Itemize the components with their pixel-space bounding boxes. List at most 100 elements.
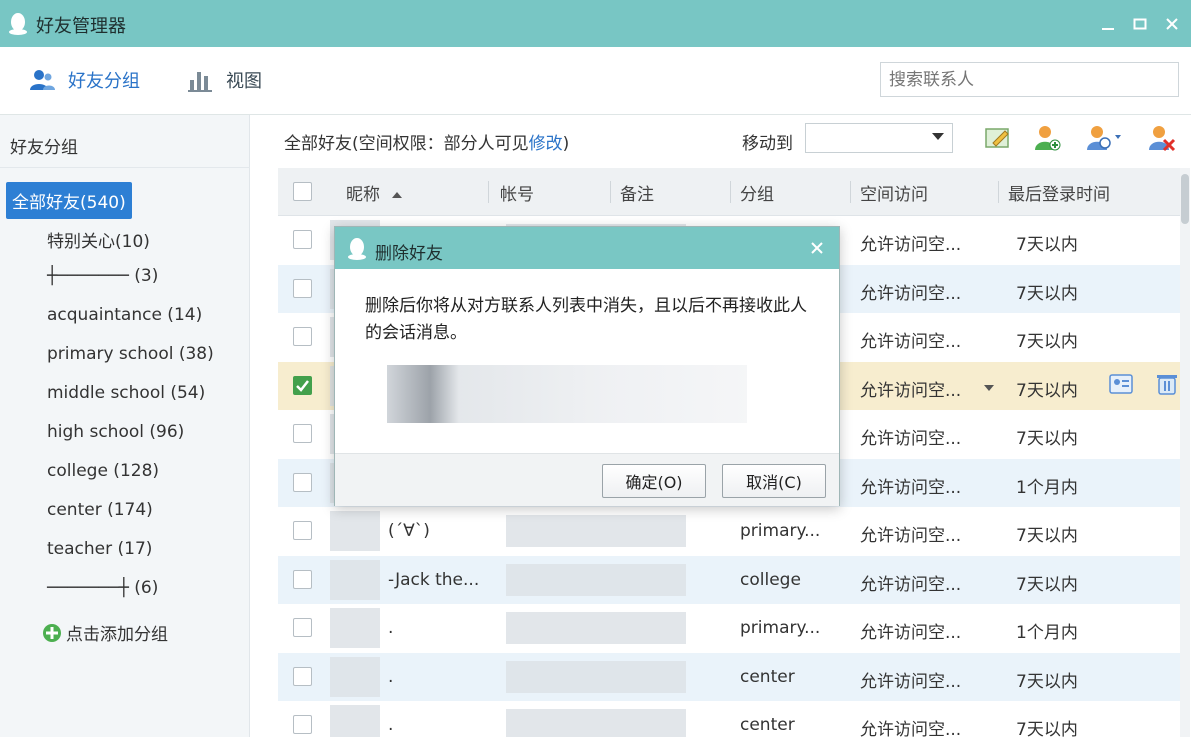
row-checkbox[interactable] xyxy=(293,715,312,734)
cell-space-access: 允许访问空... xyxy=(860,623,962,643)
column-divider xyxy=(998,181,999,203)
edit-permission-link[interactable]: 修改 xyxy=(529,134,563,154)
row-checkbox[interactable] xyxy=(293,618,312,637)
permission-suffix: ) xyxy=(562,134,570,154)
tab-friend-groups[interactable]: 好友分组 xyxy=(28,67,140,93)
cell-nickname: -Jack the... xyxy=(388,569,480,590)
tab-view[interactable]: 视图 xyxy=(188,67,262,93)
col-nickname[interactable]: 昵称 xyxy=(346,180,403,205)
col-last-login[interactable]: 最后登录时间 xyxy=(1008,180,1110,205)
cell-space-access: 允许访问空... xyxy=(860,526,962,546)
table-row[interactable]: (´∀`) primary... 允许访问空... 7天以内 xyxy=(278,507,1181,556)
search-input[interactable] xyxy=(880,62,1179,97)
cell-nickname: (´∀`) xyxy=(388,521,430,541)
sidebar-item-divider-group[interactable]: ┼─────── (3) xyxy=(47,266,158,286)
sidebar-item-college[interactable]: college (128) xyxy=(47,461,159,481)
col-account[interactable]: 帐号 xyxy=(500,180,534,205)
col-group[interactable]: 分组 xyxy=(740,180,774,205)
cell-last-login: 7天以内 xyxy=(1016,671,1078,692)
sidebar-item-high-school[interactable]: high school (96) xyxy=(47,422,184,442)
plus-icon xyxy=(43,623,61,642)
dialog-title: 删除好友 xyxy=(375,244,443,264)
minimize-button[interactable] xyxy=(1094,10,1122,38)
cell-group: primary... xyxy=(740,521,821,541)
permission-text: 全部好友(空间权限：部分人可见 xyxy=(284,134,529,154)
col-remark[interactable]: 备注 xyxy=(620,180,654,205)
blurred-account xyxy=(506,563,686,596)
sidebar-item-special[interactable]: 特别关心(10) xyxy=(47,227,150,252)
cell-nickname: . xyxy=(388,666,394,687)
blurred-avatar xyxy=(330,656,380,697)
blurred-account xyxy=(506,515,686,547)
confirm-button[interactable]: 确定(O) xyxy=(602,464,706,498)
sidebar-header: 好友分组 xyxy=(10,138,78,158)
column-divider xyxy=(730,181,731,203)
manage-friend-icon[interactable] xyxy=(1084,123,1128,153)
tab-friend-groups-label: 好友分组 xyxy=(68,71,140,92)
cell-last-login: 1个月内 xyxy=(1016,623,1078,643)
cell-space-access: 允许访问空... xyxy=(860,671,962,692)
delete-friend-icon[interactable] xyxy=(1146,123,1176,153)
edit-note-icon[interactable] xyxy=(983,123,1013,153)
cell-space-access: 允许访问空... xyxy=(860,574,962,595)
close-button[interactable] xyxy=(1158,10,1186,38)
blurred-account xyxy=(506,660,686,693)
contact-card-button[interactable] xyxy=(1108,372,1134,401)
friends-group-icon xyxy=(30,70,55,90)
table-row[interactable]: . center 允许访问空... 7天以内 xyxy=(278,652,1181,701)
cell-last-login: 7天以内 xyxy=(1016,380,1078,401)
sidebar-item-primary-school[interactable]: primary school (38) xyxy=(47,344,214,364)
sidebar-item-middle-school[interactable]: middle school (54) xyxy=(47,383,205,403)
col-nickname-label: 昵称 xyxy=(346,185,380,205)
close-icon xyxy=(811,242,823,254)
table-row[interactable]: . center 允许访问空... 7天以内 xyxy=(278,701,1181,737)
cell-space-access: 允许访问空... xyxy=(860,235,962,255)
cell-group: center xyxy=(740,715,795,735)
row-checkbox[interactable] xyxy=(293,472,312,492)
vertical-scrollbar[interactable] xyxy=(1180,168,1190,737)
row-checkbox[interactable] xyxy=(293,278,312,298)
table-header: 昵称 帐号 备注 分组 空间访问 最后登录时间 xyxy=(278,168,1181,216)
move-to-label: 移动到 xyxy=(742,134,793,154)
access-dropdown-arrow[interactable] xyxy=(984,378,994,398)
dialog-close-button[interactable] xyxy=(805,236,829,260)
cancel-button[interactable]: 取消(C) xyxy=(722,464,826,498)
blurred-account xyxy=(506,709,686,737)
sidebar-item-center[interactable]: center (174) xyxy=(47,500,153,520)
row-checkbox[interactable] xyxy=(293,424,312,443)
cell-space-access: 允许访问空... xyxy=(860,332,962,352)
col-space-access[interactable]: 空间访问 xyxy=(860,180,928,205)
delete-friend-dialog: 删除好友 删除后你将从对方联系人列表中消失，且以后不再接收此人的会话消息。 确定… xyxy=(334,226,840,506)
blurred-avatar xyxy=(330,559,380,600)
row-checkbox[interactable] xyxy=(293,569,312,589)
row-checkbox[interactable] xyxy=(293,327,312,346)
contact-card-icon xyxy=(1109,373,1133,394)
sidebar-item-teacher[interactable]: teacher (17) xyxy=(47,539,152,559)
sidebar-item-acquaintance[interactable]: acquaintance (14) xyxy=(47,305,202,325)
add-group-button[interactable]: 点击添加分组 xyxy=(42,620,168,645)
blurred-avatar xyxy=(330,705,380,737)
row-checkbox[interactable] xyxy=(293,666,312,686)
cell-last-login: 7天以内 xyxy=(1016,429,1078,449)
table-row[interactable]: . primary... 允许访问空... 1个月内 xyxy=(278,604,1181,653)
sidebar-item-divider-group-2[interactable]: ───────┼ (6) xyxy=(47,578,158,598)
cell-last-login: 1个月内 xyxy=(1016,477,1078,498)
title-bar: 好友管理器 xyxy=(0,0,1191,47)
select-all-checkbox[interactable] xyxy=(293,182,312,201)
maximize-button[interactable] xyxy=(1126,10,1154,38)
add-friend-icon[interactable] xyxy=(1032,123,1062,153)
row-checkbox[interactable] xyxy=(293,230,312,249)
close-icon xyxy=(1166,18,1178,30)
row-checkbox[interactable] xyxy=(293,375,312,395)
tab-view-label: 视图 xyxy=(226,71,262,92)
blurred-avatar xyxy=(330,511,380,551)
delete-row-button[interactable] xyxy=(1156,372,1178,401)
table-row[interactable]: -Jack the... college 允许访问空... 7天以内 xyxy=(278,555,1181,604)
row-checkbox[interactable] xyxy=(293,521,312,540)
cell-space-access: 允许访问空... xyxy=(860,720,962,737)
chevron-down-icon xyxy=(932,133,944,140)
maximize-icon xyxy=(1133,18,1147,30)
move-to-select[interactable] xyxy=(805,123,953,153)
scrollbar-thumb[interactable] xyxy=(1181,174,1189,224)
sidebar-item-all-friends[interactable]: 全部好友(540) xyxy=(6,182,132,219)
